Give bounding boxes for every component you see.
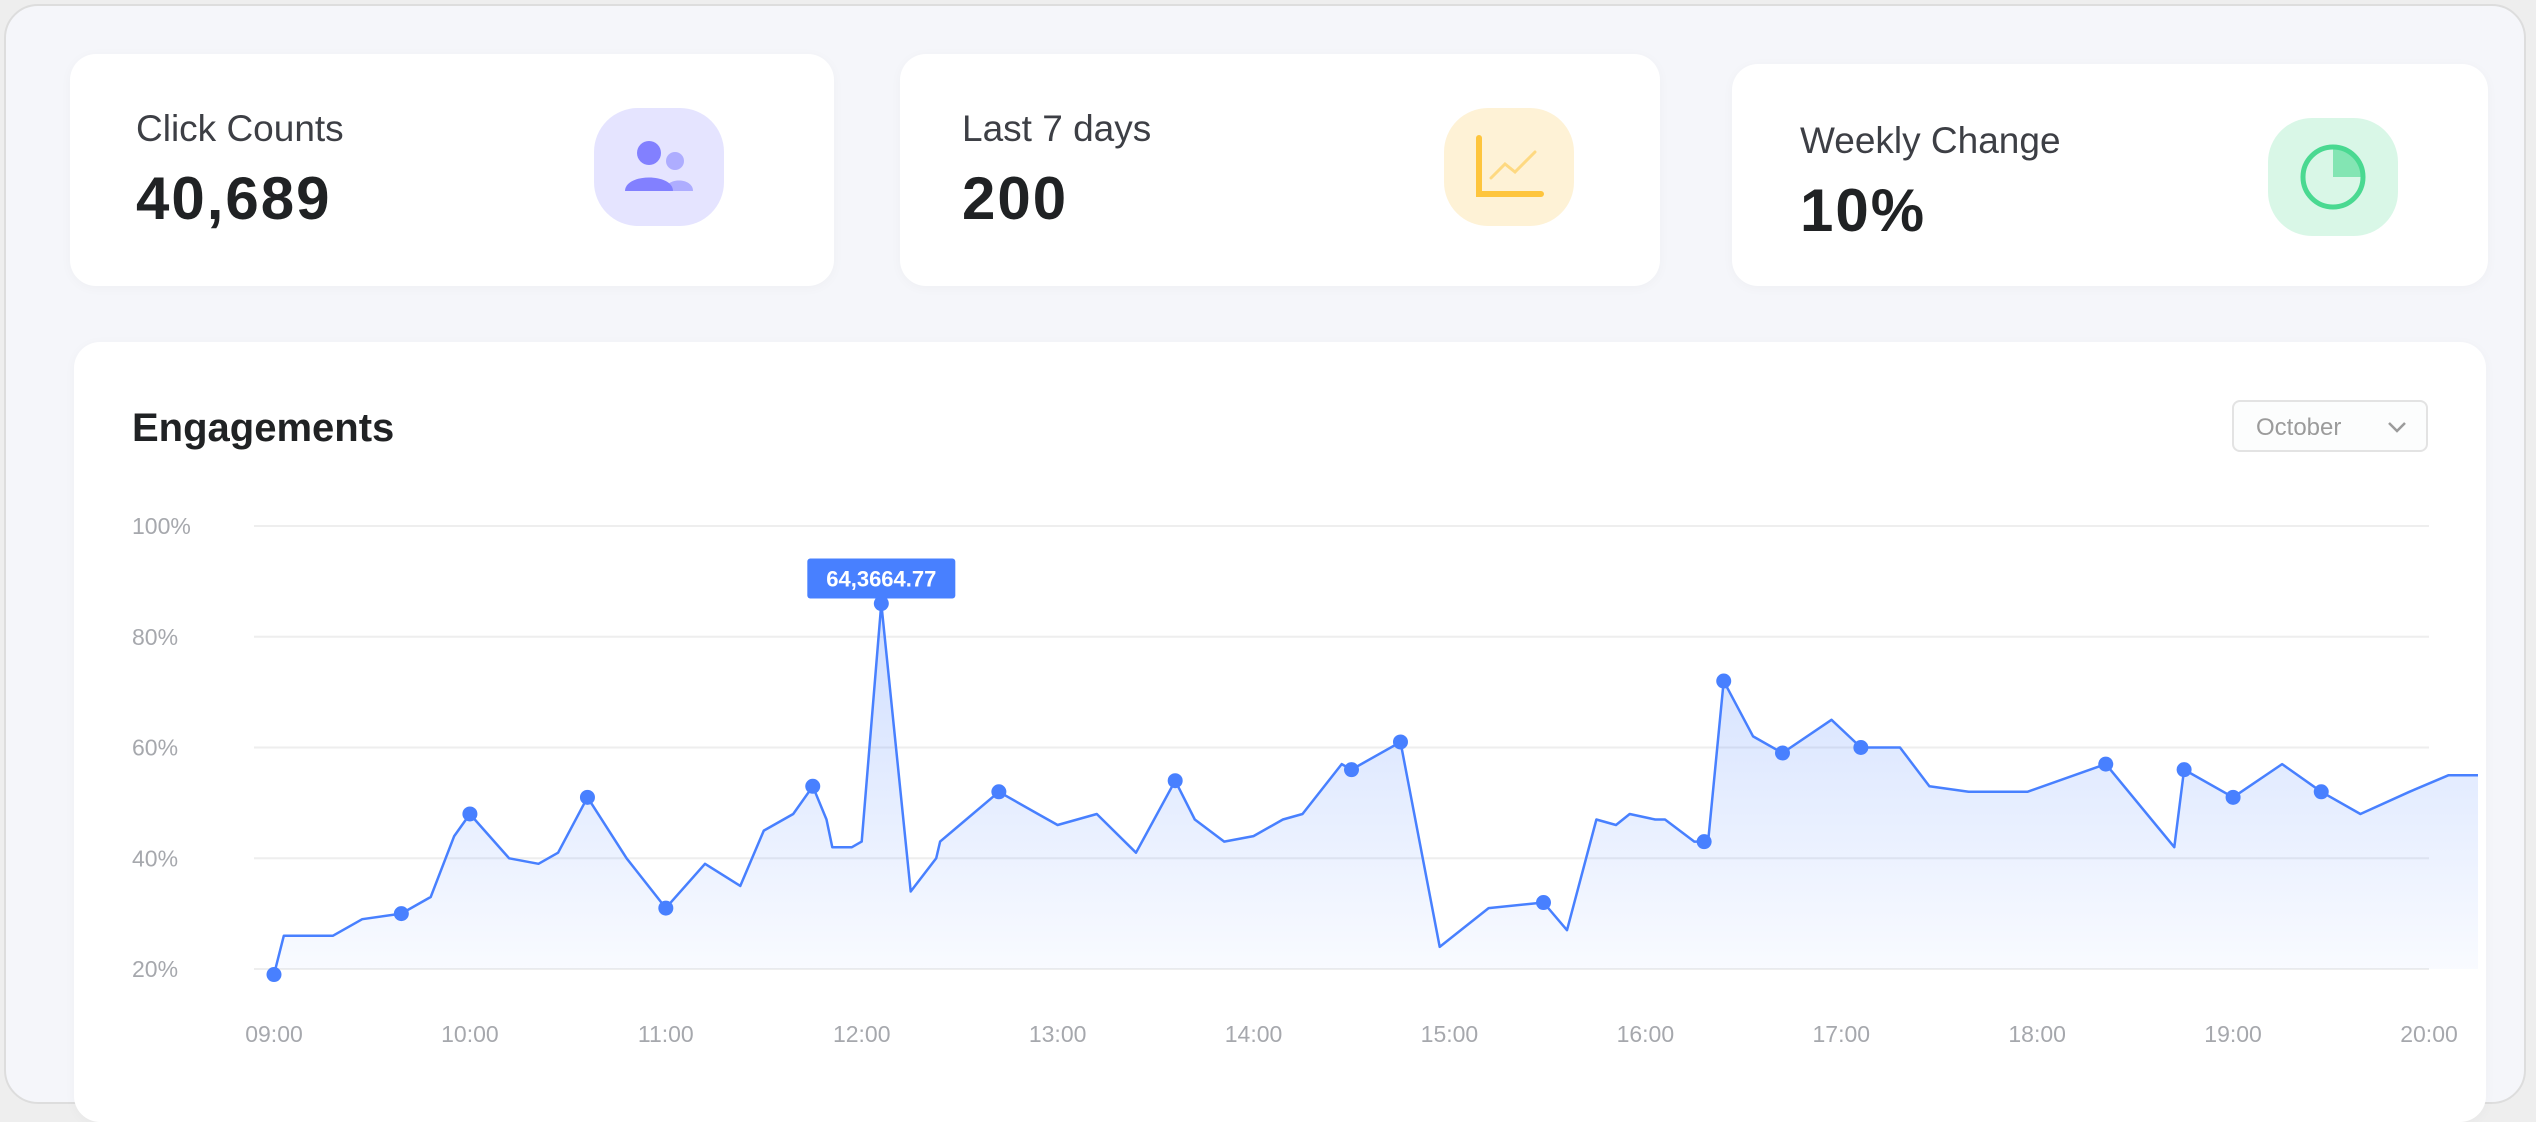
data-point — [462, 806, 478, 822]
data-point — [1344, 762, 1359, 778]
y-tick-label: 60% — [132, 735, 178, 761]
x-tick-label: 19:00 — [2204, 1021, 2262, 1047]
data-point — [2098, 756, 2114, 772]
x-tick-label: 17:00 — [1812, 1021, 1870, 1047]
data-point — [805, 778, 821, 794]
data-point — [658, 900, 674, 916]
data-point — [579, 789, 595, 805]
stat-title: Last 7 days — [962, 108, 1152, 149]
data-point — [2176, 762, 2192, 778]
data-point — [1775, 745, 1790, 761]
data-point — [1167, 773, 1183, 789]
y-tick-label: 20% — [132, 956, 178, 982]
stat-card-click-counts: Click Counts 40,689 — [70, 54, 834, 286]
x-tick-label: 20:00 — [2400, 1021, 2458, 1047]
dashboard-frame: Click Counts 40,689 Last 7 days 200 Week… — [4, 4, 2526, 1122]
x-tick-label: 11:00 — [638, 1021, 694, 1047]
data-point — [1392, 734, 1408, 750]
stat-value: 200 — [962, 165, 1069, 232]
stat-value: 10% — [1800, 177, 1927, 244]
line-chart-icon — [1444, 108, 1574, 226]
x-tick-label: 13:00 — [1029, 1021, 1087, 1047]
y-tick-label: 40% — [132, 845, 178, 871]
stat-title: Weekly Change — [1800, 120, 2061, 161]
users-icon — [594, 108, 724, 226]
x-tick-label: 12:00 — [833, 1021, 891, 1047]
engagements-chart: 100% 80% 60% 40% 20% 09:00 10:00 11:00 12:00 13:0… — [132, 513, 2478, 1047]
data-point — [266, 967, 282, 983]
x-tick-label: 10:00 — [441, 1021, 499, 1047]
stat-card-last-7-days: Last 7 days 200 — [900, 54, 1660, 286]
data-point — [1696, 834, 1712, 850]
area-fill — [274, 603, 2478, 975]
x-tick-label: 16:00 — [1617, 1021, 1675, 1047]
x-tick-label: 18:00 — [2008, 1021, 2066, 1047]
data-point — [991, 784, 1007, 800]
x-tick-label: 15:00 — [1421, 1021, 1479, 1047]
data-point — [1853, 740, 1869, 755]
stat-card-weekly-change: Weekly Change 10% — [1732, 64, 2488, 286]
stat-title: Click Counts — [136, 108, 344, 149]
y-tick-label: 80% — [132, 624, 178, 650]
x-tick-label: 09:00 — [245, 1021, 303, 1047]
data-point — [1716, 673, 1732, 689]
data-point — [1535, 895, 1551, 911]
data-point — [393, 906, 409, 922]
engagements-card: Engagements October 100% 80% 60% 40% 20% 09:0… — [74, 342, 2486, 1122]
y-tick-label: 100% — [132, 513, 191, 539]
data-point — [2313, 784, 2329, 800]
data-point — [2225, 789, 2241, 805]
x-tick-label: 14:00 — [1225, 1021, 1283, 1047]
pie-chart-icon — [2268, 118, 2398, 236]
stat-value: 40,689 — [136, 165, 332, 232]
tooltip-label: 64,3664.77 — [826, 567, 936, 592]
